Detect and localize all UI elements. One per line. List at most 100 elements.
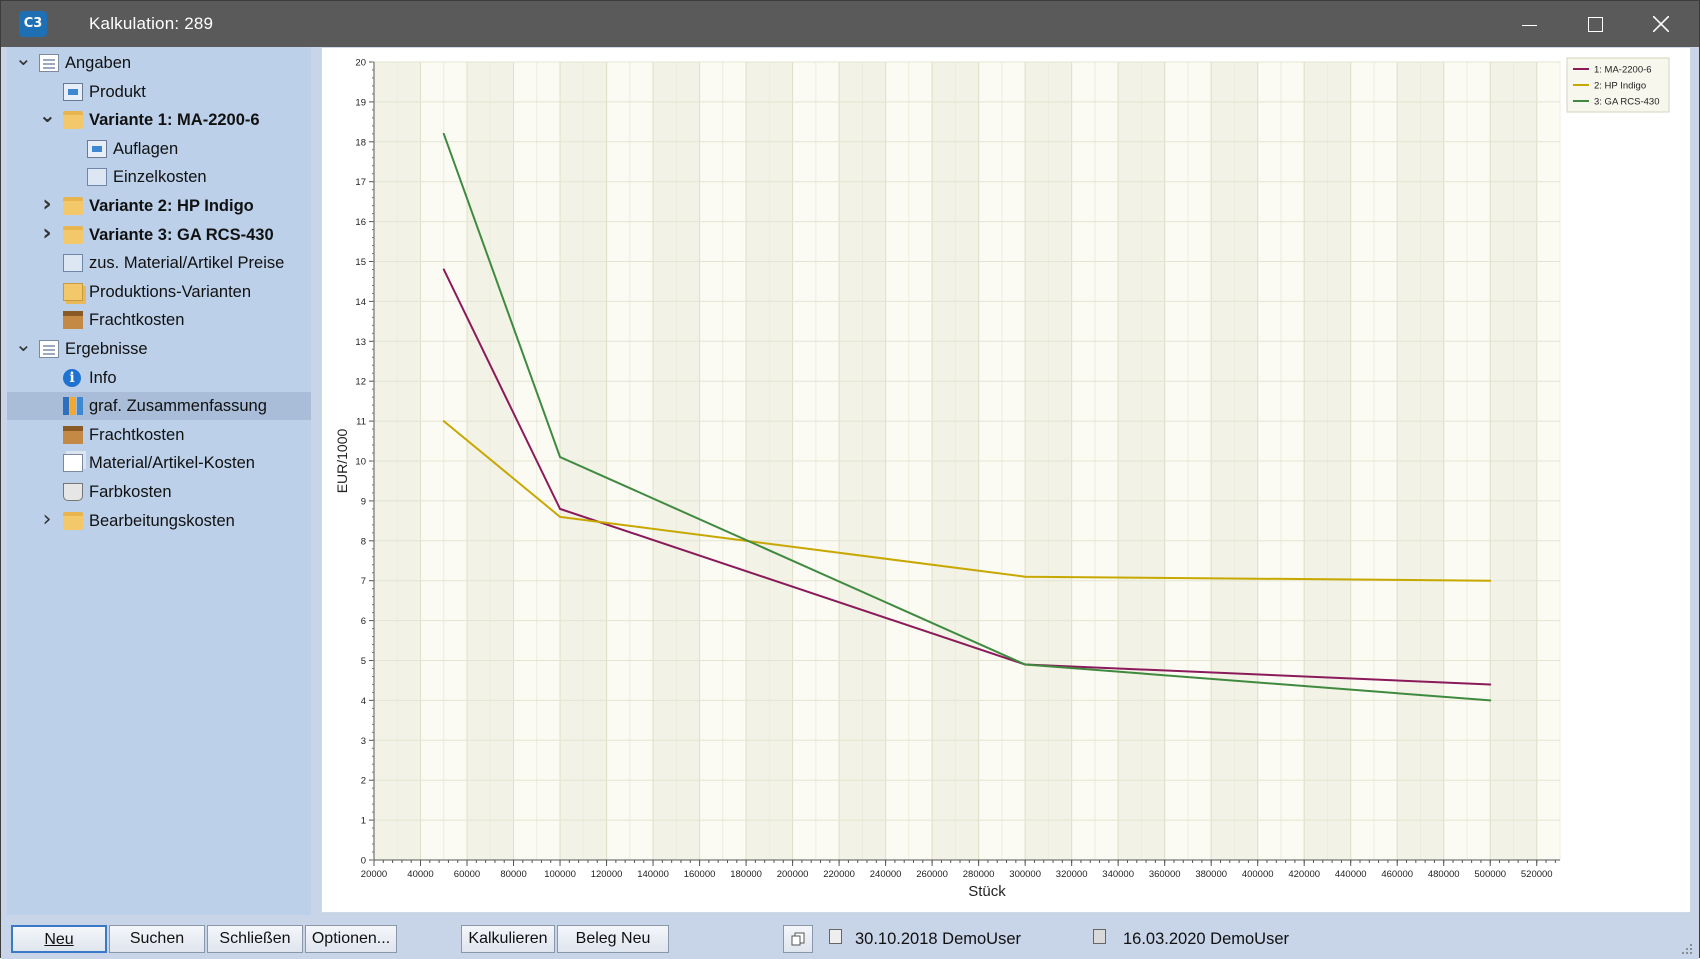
data-point bbox=[559, 515, 562, 518]
cost-chart: 20000 40000 60000 80000 100000 120000 140000 16… bbox=[334, 57, 1670, 900]
tree-item[interactable]: ⌄ Angaben bbox=[7, 48, 307, 77]
tree-item-label: Info bbox=[89, 368, 117, 387]
y-tick-label: 8 bbox=[361, 536, 366, 547]
search-button-label: Suchen bbox=[129, 930, 185, 947]
pages-icon bbox=[63, 454, 83, 473]
y-tick-label: 7 bbox=[361, 576, 366, 587]
tree-item-label: Produkt bbox=[89, 82, 146, 101]
options-button[interactable]: Optionen... bbox=[305, 925, 397, 953]
maximize-button[interactable] bbox=[1562, 1, 1628, 47]
new-document-button[interactable]: Beleg Neu bbox=[557, 925, 669, 953]
tree-item-label: Ergebnisse bbox=[65, 340, 148, 358]
folder-icon bbox=[63, 197, 83, 215]
stack-icon bbox=[63, 282, 83, 301]
copy-button[interactable] bbox=[783, 925, 813, 953]
x-tick-label: 40000 bbox=[407, 869, 433, 880]
tree-item-label: Material/Artikel-Kosten bbox=[89, 454, 255, 473]
tree-item[interactable]: graf. Zusammenfassung bbox=[7, 392, 311, 421]
minimize-button[interactable] bbox=[1496, 1, 1562, 47]
calculate-button[interactable]: Kalkulieren bbox=[461, 925, 555, 953]
data-point bbox=[1024, 663, 1027, 666]
box-icon bbox=[63, 425, 83, 444]
x-tick-label: 440000 bbox=[1335, 869, 1367, 880]
data-point bbox=[1489, 683, 1492, 686]
y-tick-label: 17 bbox=[355, 177, 366, 188]
x-tick-label: 260000 bbox=[916, 869, 948, 880]
tree-item[interactable]: Produkt bbox=[7, 78, 307, 106]
data-point bbox=[1489, 579, 1492, 582]
tree-item[interactable]: Farbkosten bbox=[7, 478, 307, 506]
y-tick-label: 9 bbox=[361, 496, 366, 507]
data-point bbox=[442, 268, 445, 271]
close-record-button-label: Schließen bbox=[219, 930, 291, 947]
calc-icon bbox=[63, 254, 83, 273]
chevron-right-icon[interactable]: › bbox=[39, 221, 55, 249]
x-tick-label: 520000 bbox=[1521, 869, 1553, 880]
data-point bbox=[559, 456, 562, 459]
y-tick-label: 20 bbox=[355, 58, 366, 69]
x-tick-label: 460000 bbox=[1381, 869, 1413, 880]
new-document-button-label: Beleg Neu bbox=[575, 930, 651, 947]
close-record-button[interactable]: Schließen bbox=[207, 925, 303, 953]
search-button[interactable]: Suchen bbox=[109, 925, 205, 953]
legend-label: 1: MA-2200-6 bbox=[1594, 65, 1652, 76]
close-icon bbox=[1653, 16, 1669, 32]
data-point bbox=[1024, 575, 1027, 578]
tree-item[interactable]: ⌄ Variante 1: MA-2200-6 bbox=[7, 105, 307, 134]
y-tick-label: 16 bbox=[355, 217, 366, 228]
tree-item[interactable]: Material/Artikel-Kosten bbox=[7, 449, 307, 477]
x-tick-label: 320000 bbox=[1056, 869, 1088, 880]
chevron-down-icon[interactable]: ⌄ bbox=[15, 48, 32, 77]
tree-item-label: Variante 1: MA-2200-6 bbox=[89, 111, 260, 130]
info-icon: i bbox=[63, 368, 81, 387]
tree-item[interactable]: › Bearbeitungskosten bbox=[7, 507, 307, 535]
tree-item[interactable]: i Info bbox=[7, 364, 307, 392]
tree-item[interactable]: Produktions-Varianten bbox=[7, 278, 307, 306]
legend-label: 3: GA RCS-430 bbox=[1594, 97, 1659, 108]
x-axis-label: Stück bbox=[968, 883, 1006, 900]
tree-item[interactable]: › Variante 2: HP Indigo bbox=[7, 192, 307, 220]
calculate-button-label: Kalkulieren bbox=[468, 930, 548, 947]
x-tick-label: 140000 bbox=[637, 869, 669, 880]
tree-item-label: Auflagen bbox=[113, 139, 179, 158]
monitor-icon bbox=[63, 82, 83, 101]
y-tick-label: 4 bbox=[361, 696, 366, 707]
navigation-tree: ⌄ Angaben Produkt ⌄ Variante 1: MA-2200-6 Auf… bbox=[7, 47, 311, 915]
tree-item[interactable]: › Variante 3: GA RCS-430 bbox=[7, 221, 307, 249]
y-tick-label: 1 bbox=[361, 816, 366, 827]
title-bar[interactable]: C3 Kalkulation: 289 bbox=[1, 1, 1699, 47]
x-tick-label: 120000 bbox=[591, 869, 623, 880]
y-tick-label: 18 bbox=[355, 137, 366, 148]
application-window: C3 Kalkulation: 289 ⌄ Angaben Produkt ⌄ Vari… bbox=[0, 0, 1700, 959]
new-button[interactable]: Neu bbox=[11, 925, 107, 953]
tree-item[interactable]: Einzelkosten bbox=[7, 163, 307, 191]
tree-item[interactable]: zus. Material/Artikel Preise bbox=[7, 249, 307, 277]
chevron-down-icon[interactable]: ⌄ bbox=[15, 334, 32, 363]
box-icon bbox=[63, 311, 83, 330]
tree-item[interactable]: Frachtkosten bbox=[7, 306, 307, 334]
x-tick-label: 360000 bbox=[1149, 869, 1181, 880]
y-tick-label: 2 bbox=[361, 776, 366, 787]
data-point bbox=[1489, 699, 1492, 702]
x-tick-label: 60000 bbox=[454, 869, 480, 880]
resize-grip-icon[interactable] bbox=[1681, 943, 1693, 955]
calc-icon bbox=[87, 168, 107, 187]
folder-icon bbox=[63, 111, 83, 130]
chevron-down-icon[interactable]: ⌄ bbox=[39, 105, 56, 134]
tree-item[interactable]: Auflagen bbox=[7, 135, 307, 163]
window-title: Kalkulation: 289 bbox=[89, 14, 214, 33]
close-button[interactable] bbox=[1628, 1, 1694, 47]
options-button-label: Optionen... bbox=[311, 930, 391, 947]
tree-item-label: Frachtkosten bbox=[89, 425, 185, 444]
x-tick-label: 480000 bbox=[1428, 869, 1460, 880]
tree-item[interactable]: Frachtkosten bbox=[7, 421, 307, 449]
y-tick-label: 14 bbox=[355, 297, 366, 308]
tree-item[interactable]: ⌄ Ergebnisse bbox=[7, 334, 307, 363]
folder-icon bbox=[63, 511, 83, 530]
x-tick-label: 180000 bbox=[730, 869, 762, 880]
x-tick-label: 160000 bbox=[684, 869, 716, 880]
bottom-toolbar: Neu Suchen Schließen Optionen... Kalkuli… bbox=[1, 915, 1699, 959]
tree-item-label: Einzelkosten bbox=[113, 168, 207, 187]
chevron-right-icon[interactable]: › bbox=[39, 192, 55, 220]
chevron-right-icon[interactable]: › bbox=[39, 507, 55, 535]
